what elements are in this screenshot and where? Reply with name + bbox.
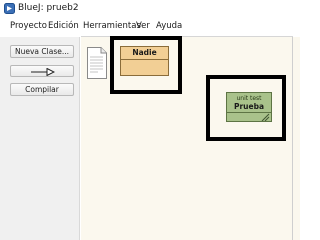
menu-proyecto[interactable]: Proyecto (10, 21, 47, 32)
menu-edicion[interactable]: Edición (48, 21, 79, 32)
highlight-box-unit-test (206, 75, 286, 141)
bluej-app-icon (4, 3, 15, 14)
new-class-button[interactable]: Nueva Clase... (10, 45, 74, 58)
canvas-right-border (292, 37, 293, 240)
highlight-box-class (110, 36, 182, 94)
tool-panel: Nueva Clase... Compilar (0, 37, 80, 240)
compile-button[interactable]: Compilar (10, 83, 74, 96)
new-inheritance-arrow-button[interactable] (10, 65, 74, 77)
menu-ver[interactable]: Ver (136, 21, 150, 32)
title-bar: BlueJ: prueb2 (0, 0, 300, 18)
inheritance-arrow-icon (31, 68, 55, 76)
menu-herramientas[interactable]: Herramientas (83, 21, 141, 32)
window-title: BlueJ: prueb2 (18, 3, 79, 13)
menu-ayuda[interactable]: Ayuda (156, 21, 182, 32)
bluej-window: BlueJ: prueb2 Proyecto Edición Herramien… (0, 0, 300, 240)
menu-bar: Proyecto Edición Herramientas Ver Ayuda (0, 19, 300, 35)
readme-document-icon[interactable] (86, 46, 108, 80)
